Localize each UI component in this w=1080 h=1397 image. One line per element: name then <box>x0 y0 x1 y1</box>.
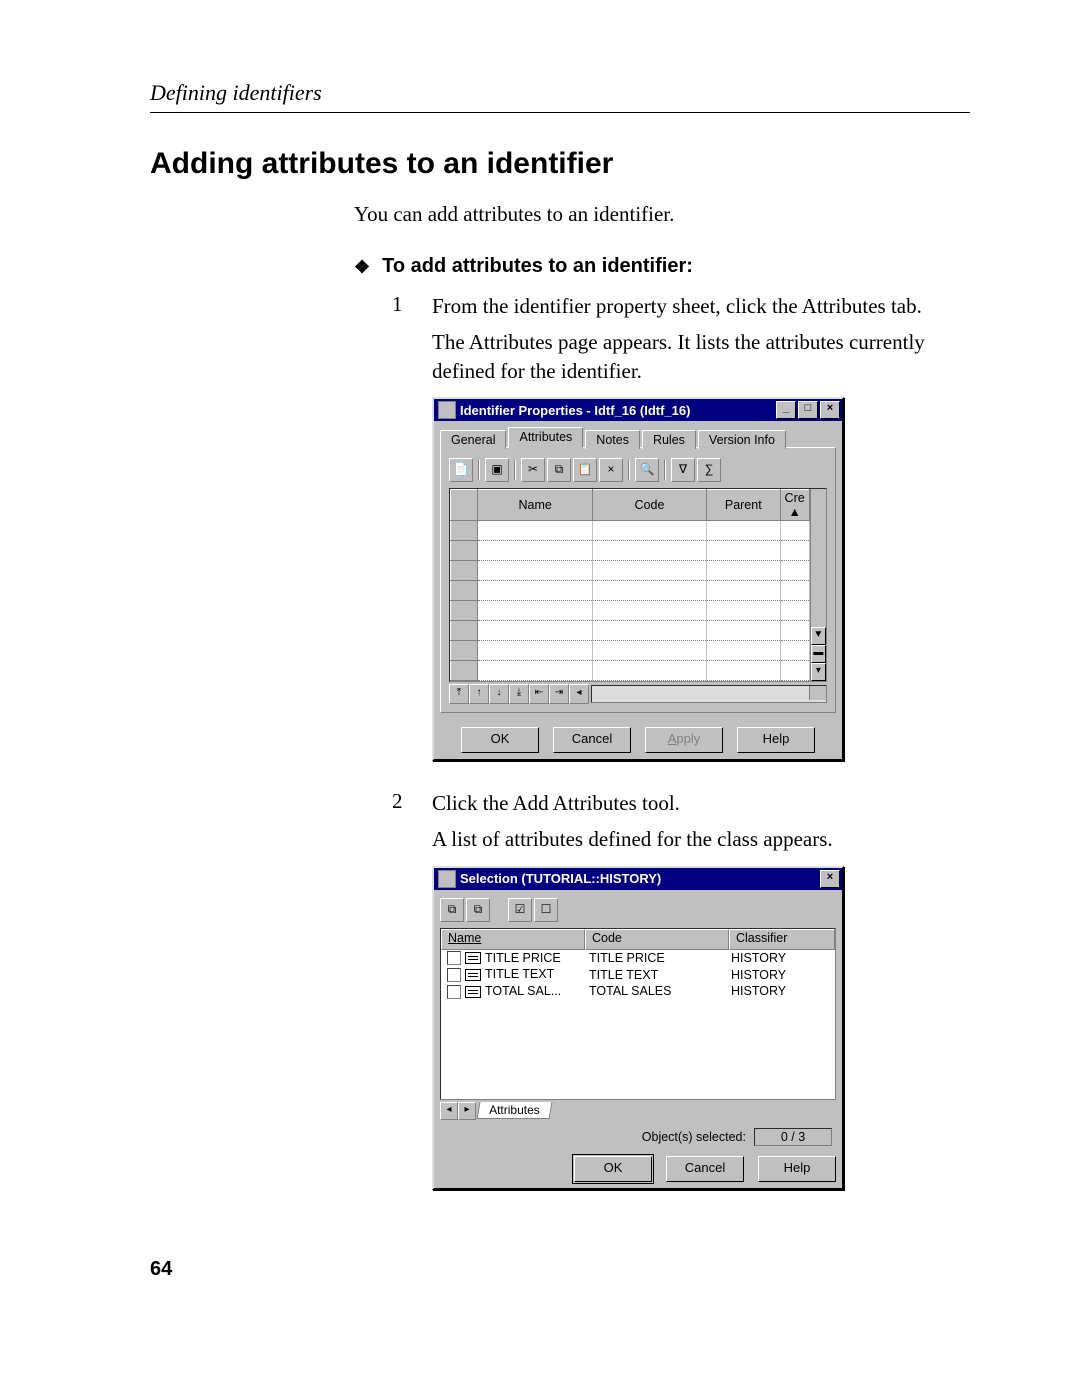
selection-toolbar: ⧉ ⧉ ☑ ☐ <box>440 896 836 928</box>
app-icon <box>438 870 456 888</box>
maximize-button[interactable]: □ <box>798 401 818 419</box>
filter-icon[interactable]: ∇ <box>671 458 695 482</box>
list-item[interactable]: TOTAL SAL... TOTAL SALES HISTORY <box>441 983 835 1000</box>
tab-version-info[interactable]: Version Info <box>698 430 786 449</box>
objects-selected-label: Object(s) selected: <box>642 1130 746 1144</box>
window-title: Selection (TUTORIAL::HISTORY) <box>460 871 661 886</box>
step-number: 1 <box>392 292 410 779</box>
section-title: Adding attributes to an identifier <box>150 147 970 181</box>
customize-columns-icon[interactable]: ∑ <box>697 458 721 482</box>
scroll-split-icon[interactable]: ▬ <box>811 645 826 663</box>
close-button[interactable]: × <box>820 870 840 888</box>
diamond-bullet-icon: ❖ <box>354 258 370 276</box>
scroll-left-icon[interactable]: ◂ <box>569 684 589 704</box>
paste-icon[interactable]: 📋 <box>573 458 597 482</box>
new-icon[interactable]: 📄 <box>449 458 473 482</box>
step-number: 2 <box>392 789 410 1208</box>
attributes-panel: 📄 ▣ ✂ ⧉ 📋 × 🔍 <box>440 447 836 713</box>
help-button[interactable]: Help <box>758 1156 836 1182</box>
find-icon[interactable]: 🔍 <box>635 458 659 482</box>
col-cre[interactable]: Cre ▲ <box>780 490 809 521</box>
row-reorder-controls: ⤒ ↑ ↓ ⤓ ⇤ ⇥ ◂ <box>449 684 589 704</box>
window-title: Identifier Properties - Idtf_16 (Idtf_16… <box>460 403 690 418</box>
help-button[interactable]: Help <box>737 727 815 753</box>
copy2-icon[interactable]: ⧉ <box>466 898 490 922</box>
tab-next-icon[interactable]: ▸ <box>458 1102 476 1120</box>
add-attributes-icon[interactable]: ▣ <box>485 458 509 482</box>
step-text: The Attributes page appears. It lists th… <box>432 328 970 385</box>
page-number: 64 <box>150 1258 970 1281</box>
minimize-button[interactable]: _ <box>776 401 796 419</box>
col-code[interactable]: Code <box>592 490 706 521</box>
procedure-heading: ❖ To add attributes to an identifier: <box>354 255 970 278</box>
col-name[interactable]: Name <box>478 490 593 521</box>
cut-icon[interactable]: ✂ <box>521 458 545 482</box>
step-1: 1 From the identifier property sheet, cl… <box>392 292 970 779</box>
cancel-button[interactable]: Cancel <box>553 727 631 753</box>
sheet-tab-attributes[interactable]: Attributes <box>477 1102 553 1119</box>
procedure-heading-text: To add attributes to an identifier: <box>382 255 693 278</box>
attributes-grid[interactable]: Name Code Parent Cre ▲ <box>449 488 827 682</box>
move-down-icon[interactable]: ↓ <box>489 684 509 704</box>
titlebar[interactable]: Identifier Properties - Idtf_16 (Idtf_16… <box>434 399 842 421</box>
move-top-icon[interactable]: ⤒ <box>449 684 469 704</box>
attribute-icon <box>465 986 481 998</box>
tab-prev-icon[interactable]: ◂ <box>440 1102 458 1120</box>
identifier-properties-dialog: Identifier Properties - Idtf_16 (Idtf_16… <box>432 397 844 761</box>
step-2: 2 Click the Add Attributes tool. A list … <box>392 789 970 1208</box>
list-item[interactable]: TITLE PRICE TITLE PRICE HISTORY <box>441 950 835 967</box>
objects-selected-count: 0 / 3 <box>754 1128 832 1146</box>
copy-icon[interactable]: ⧉ <box>547 458 571 482</box>
tab-attributes[interactable]: Attributes <box>508 427 583 448</box>
delete-icon[interactable]: × <box>599 458 623 482</box>
app-icon <box>438 401 456 419</box>
grid-toolbar: 📄 ▣ ✂ ⧉ 📋 × 🔍 <box>449 456 827 488</box>
horizontal-scrollbar[interactable]: Attributes <box>489 1103 540 1117</box>
select-all-icon[interactable]: ☑ <box>508 898 532 922</box>
cancel-button[interactable]: Cancel <box>666 1156 744 1182</box>
scroll-down-icon[interactable]: ▼ <box>811 627 826 645</box>
close-button[interactable]: × <box>820 401 840 419</box>
checkbox-icon[interactable] <box>447 985 461 999</box>
tab-notes[interactable]: Notes <box>585 430 640 449</box>
move-bottom-icon[interactable]: ⤓ <box>509 684 529 704</box>
intro-text: You can add attributes to an identifier. <box>354 202 970 227</box>
attribute-icon <box>465 952 481 964</box>
col-rowheader[interactable] <box>451 490 478 521</box>
titlebar[interactable]: Selection (TUTORIAL::HISTORY) × <box>434 868 842 890</box>
attribute-icon <box>465 969 481 981</box>
attributes-listview[interactable]: Name Code Classifier TITLE PRICE TITLE P… <box>440 928 836 1100</box>
copy-icon[interactable]: ⧉ <box>440 898 464 922</box>
move-last-icon[interactable]: ⇥ <box>549 684 569 704</box>
scroll-end-icon[interactable]: ▾ <box>811 663 826 681</box>
checkbox-icon[interactable] <box>447 968 461 982</box>
tab-strip: General Attributes Notes Rules Version I… <box>440 427 836 448</box>
list-item[interactable]: TITLE TEXT TITLE TEXT HISTORY <box>441 966 835 983</box>
horizontal-scrollbar[interactable] <box>591 685 827 703</box>
move-up-icon[interactable]: ↑ <box>469 684 489 704</box>
selection-dialog: Selection (TUTORIAL::HISTORY) × ⧉ ⧉ ☑ <box>432 866 844 1190</box>
col-name[interactable]: Name <box>441 929 585 950</box>
ok-button[interactable]: OK <box>461 727 539 753</box>
vertical-scrollbar[interactable]: ▼ ▬ ▾ <box>810 489 826 681</box>
col-parent[interactable]: Parent <box>707 490 781 521</box>
select-none-icon[interactable]: ☐ <box>534 898 558 922</box>
step-text: Click the Add Attributes tool. <box>432 789 844 817</box>
checkbox-icon[interactable] <box>447 951 461 965</box>
move-first-icon[interactable]: ⇤ <box>529 684 549 704</box>
tab-rules[interactable]: Rules <box>642 430 696 449</box>
step-text: From the identifier property sheet, clic… <box>432 292 970 320</box>
col-code[interactable]: Code <box>585 929 729 950</box>
col-classifier[interactable]: Classifier <box>729 929 835 950</box>
ok-button[interactable]: OK <box>574 1156 652 1182</box>
tab-general[interactable]: General <box>440 430 506 449</box>
step-text: A list of attributes defined for the cla… <box>432 825 844 853</box>
apply-button[interactable]: Apply <box>645 727 723 753</box>
running-head: Defining identifiers <box>150 80 970 113</box>
